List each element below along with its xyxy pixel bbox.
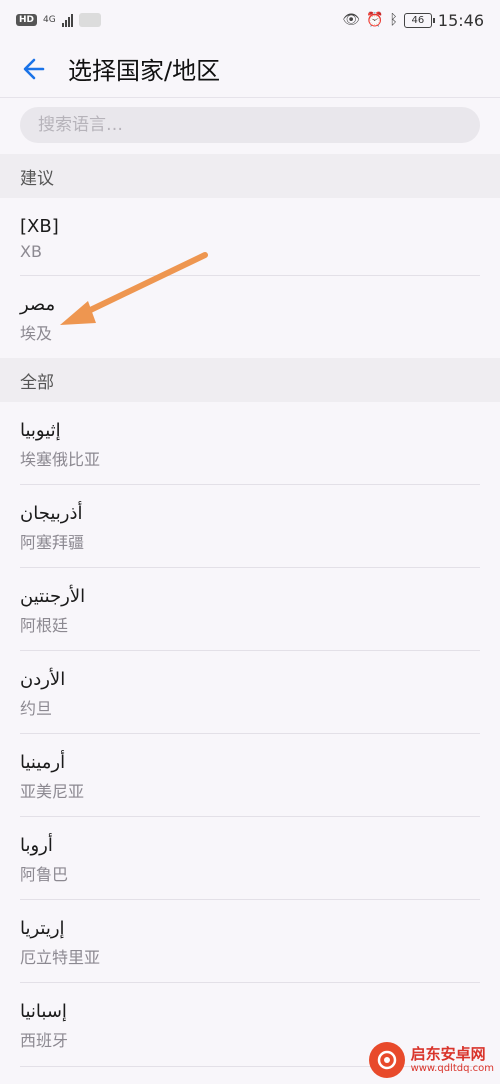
watermark-logo-icon bbox=[368, 1042, 405, 1078]
watermark-title: 启东安卓网 bbox=[410, 1045, 486, 1064]
item-secondary-label: 厄立特里亚 bbox=[20, 948, 101, 967]
search-input[interactable] bbox=[20, 107, 480, 143]
network-type-label: 4G bbox=[43, 15, 56, 25]
item-primary-label: إريتريا bbox=[20, 918, 65, 939]
item-secondary-label: 阿塞拜疆 bbox=[20, 533, 85, 552]
list-item[interactable]: الأردن 约旦 bbox=[0, 651, 500, 734]
hd-badge: HD bbox=[16, 14, 38, 26]
item-secondary-label: 阿鲁巴 bbox=[20, 865, 69, 884]
signal-icon bbox=[61, 13, 73, 27]
list-item[interactable]: أذربيجان 阿塞拜疆 bbox=[0, 485, 500, 568]
status-time: 15:46 bbox=[437, 10, 484, 30]
item-secondary-label: 约旦 bbox=[20, 699, 53, 718]
list-item[interactable]: [XB] XB bbox=[0, 198, 500, 281]
alarm-icon: ⏰ bbox=[366, 12, 384, 28]
list-item[interactable]: أروبا 阿鲁巴 bbox=[0, 817, 500, 900]
item-primary-label: أذربيجان bbox=[20, 503, 83, 524]
item-primary-label: أرمينيا bbox=[20, 752, 66, 773]
status-bar-left: HD 4G bbox=[16, 13, 101, 27]
item-secondary-label: 西班牙 bbox=[20, 1031, 69, 1050]
list-item[interactable]: أرمينيا 亚美尼亚 bbox=[0, 734, 500, 817]
list-item[interactable]: إثيوبيا 埃塞俄比亚 bbox=[0, 402, 500, 485]
battery-level: 46 bbox=[411, 14, 425, 26]
item-secondary-label: 亚美尼亚 bbox=[20, 782, 85, 801]
item-primary-label: [XB] bbox=[20, 216, 59, 237]
watermark-url: www.qdltdq.com bbox=[410, 1062, 494, 1074]
app-bar: 选择国家/地区 bbox=[0, 40, 500, 98]
item-primary-label: إثيوبيا bbox=[20, 420, 61, 441]
eye-icon: 👁 bbox=[342, 12, 361, 28]
item-primary-label: الأردن bbox=[20, 669, 66, 690]
search-bar bbox=[20, 107, 480, 143]
list-item[interactable]: مصر 埃及 bbox=[0, 276, 500, 359]
item-secondary-label: XB bbox=[20, 242, 42, 261]
blurred-notification-icon bbox=[78, 13, 101, 27]
item-primary-label: مصر bbox=[20, 294, 56, 315]
item-secondary-label: 阿根廷 bbox=[20, 616, 69, 635]
page-title: 选择国家/地区 bbox=[68, 57, 221, 85]
back-arrow-icon bbox=[23, 58, 45, 79]
status-bar: HD 4G 👁 ⏰ ᛒ 46 15:46 bbox=[0, 0, 500, 40]
item-secondary-label: 埃塞俄比亚 bbox=[20, 450, 101, 469]
item-secondary-label: 埃及 bbox=[20, 324, 53, 343]
back-button[interactable] bbox=[18, 53, 50, 85]
item-primary-label: إسبانيا bbox=[20, 1001, 67, 1022]
battery-icon: 46 bbox=[403, 12, 435, 28]
list-item[interactable]: الأرجنتين 阿根廷 bbox=[0, 568, 500, 651]
section-header-all: 全部 bbox=[0, 358, 500, 402]
list-item[interactable]: إريتريا 厄立特里亚 bbox=[0, 900, 500, 983]
watermark: 启东安卓网 www.qdltdq.com bbox=[368, 1042, 494, 1078]
section-header-suggested: 建议 bbox=[0, 154, 500, 198]
item-primary-label: الأرجنتين bbox=[20, 586, 86, 607]
status-bar-right: 👁 ⏰ ᛒ 46 15:46 bbox=[342, 11, 484, 30]
bluetooth-icon: ᛒ bbox=[389, 12, 398, 28]
item-primary-label: أروبا bbox=[20, 835, 53, 856]
